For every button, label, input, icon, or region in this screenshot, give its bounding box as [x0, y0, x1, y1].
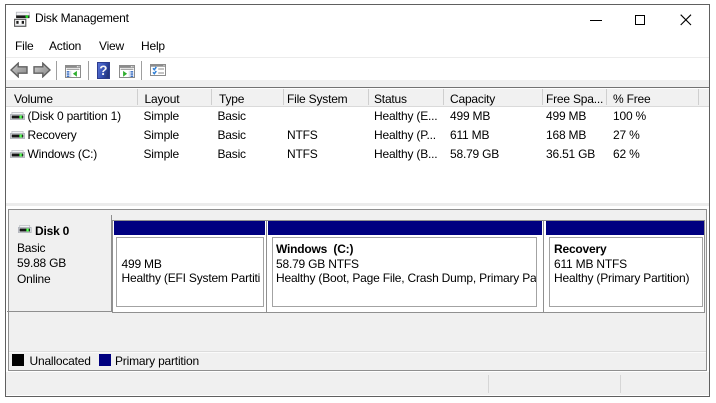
svg-text:?: ? [99, 63, 107, 78]
